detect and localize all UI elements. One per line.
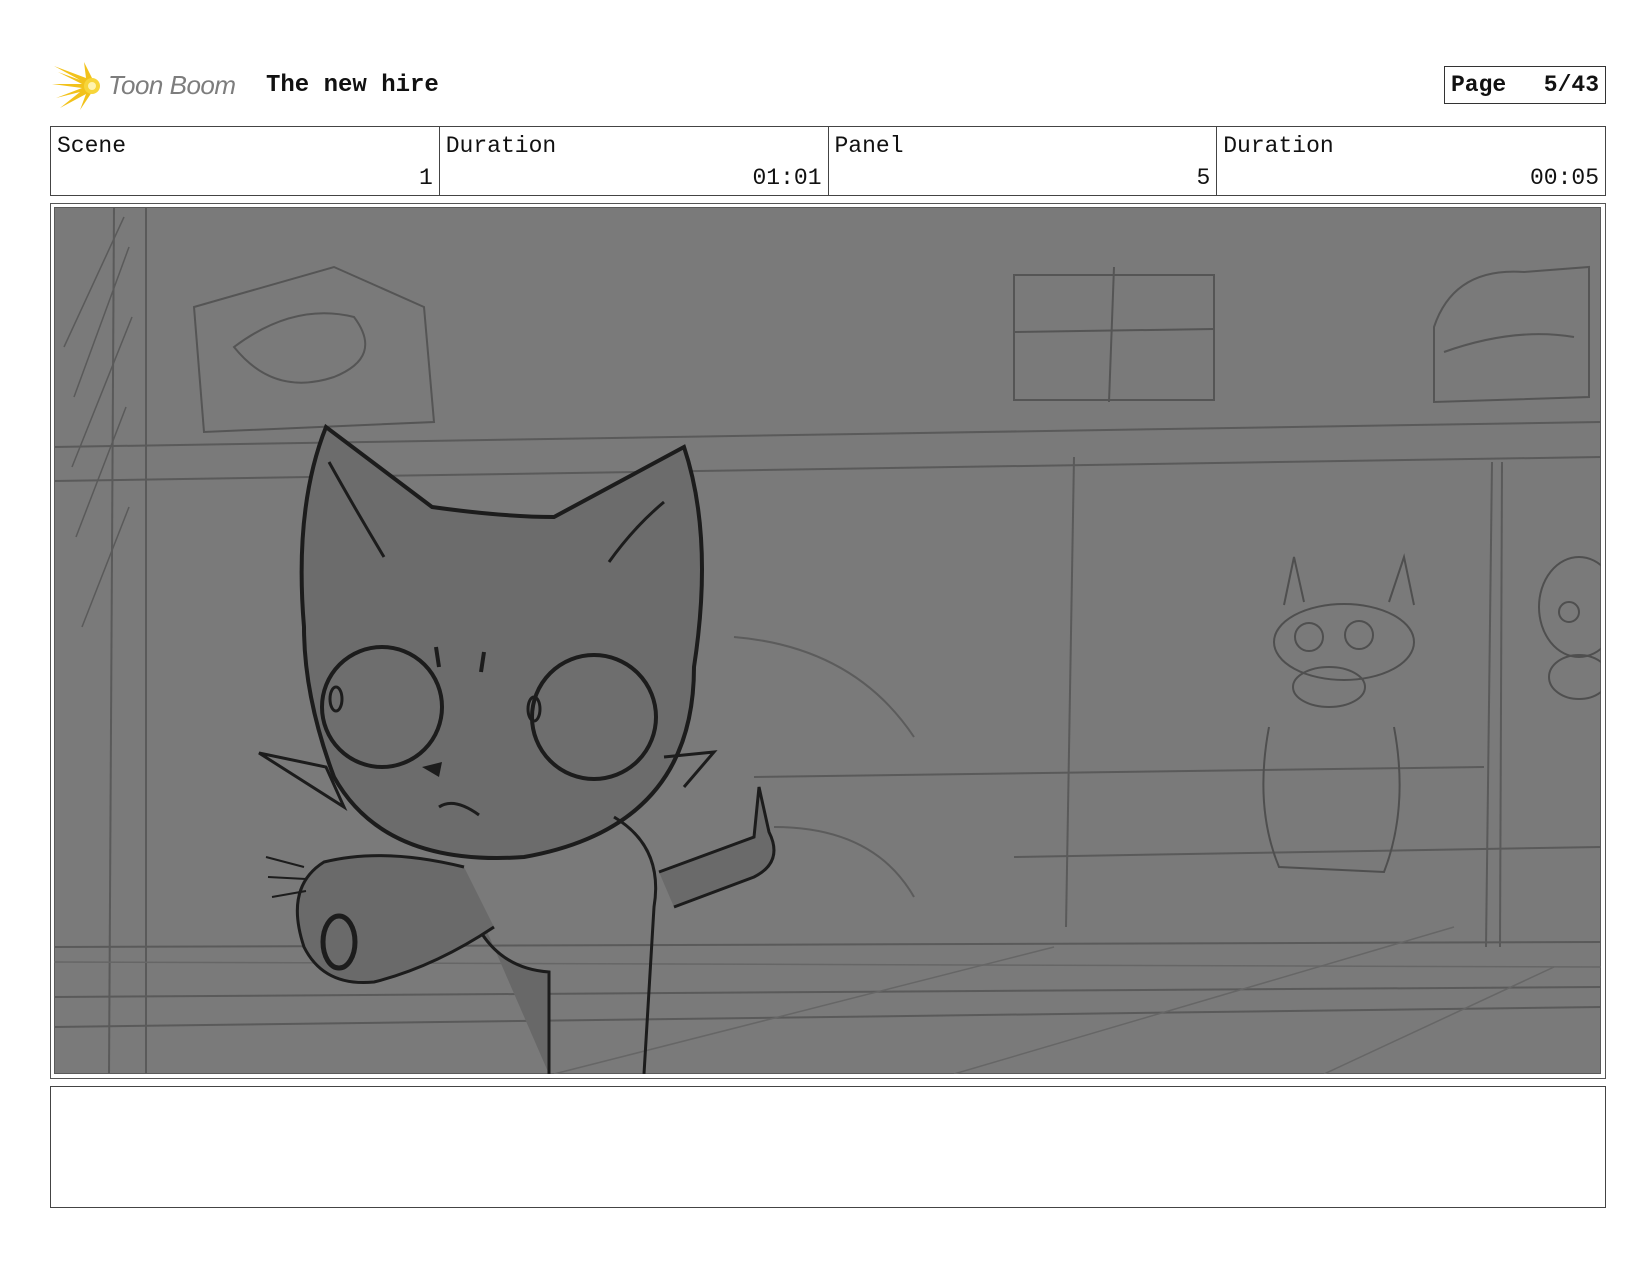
logo-text: Toon Boom [108, 70, 236, 100]
panel-value: 5 [1196, 165, 1211, 191]
panel-frame [50, 203, 1606, 1079]
scene-cell: Scene 1 [51, 127, 440, 195]
project-title: The new hire [266, 72, 439, 99]
scene-duration-value: 01:01 [752, 165, 822, 191]
scene-value: 1 [418, 165, 433, 191]
toon-boom-logo: Toon Boom [50, 58, 250, 112]
storyboard-sketch [54, 207, 1601, 1074]
page-number: 5/43 [1543, 72, 1599, 98]
panel-cell: Panel 5 [829, 127, 1218, 195]
starburst-icon [52, 62, 100, 110]
storyboard-header: Toon Boom The new hire Page 5/43 [50, 56, 1606, 116]
page-indicator: Page 5/43 [1444, 66, 1606, 104]
panel-label: Panel [834, 133, 904, 159]
scene-duration-label: Duration [445, 133, 557, 159]
page-label: Page [1451, 72, 1507, 98]
panel-duration-value: 00:05 [1529, 165, 1599, 191]
scene-label: Scene [57, 133, 127, 159]
panel-duration-label: Duration [1223, 133, 1334, 159]
panel-info-table: Scene 1 Duration 01:01 Panel 5 Duration … [50, 126, 1606, 196]
panel-duration-cell: Duration 00:05 [1217, 127, 1605, 195]
scene-duration-cell: Duration 01:01 [440, 127, 829, 195]
panel-notes [50, 1086, 1606, 1208]
